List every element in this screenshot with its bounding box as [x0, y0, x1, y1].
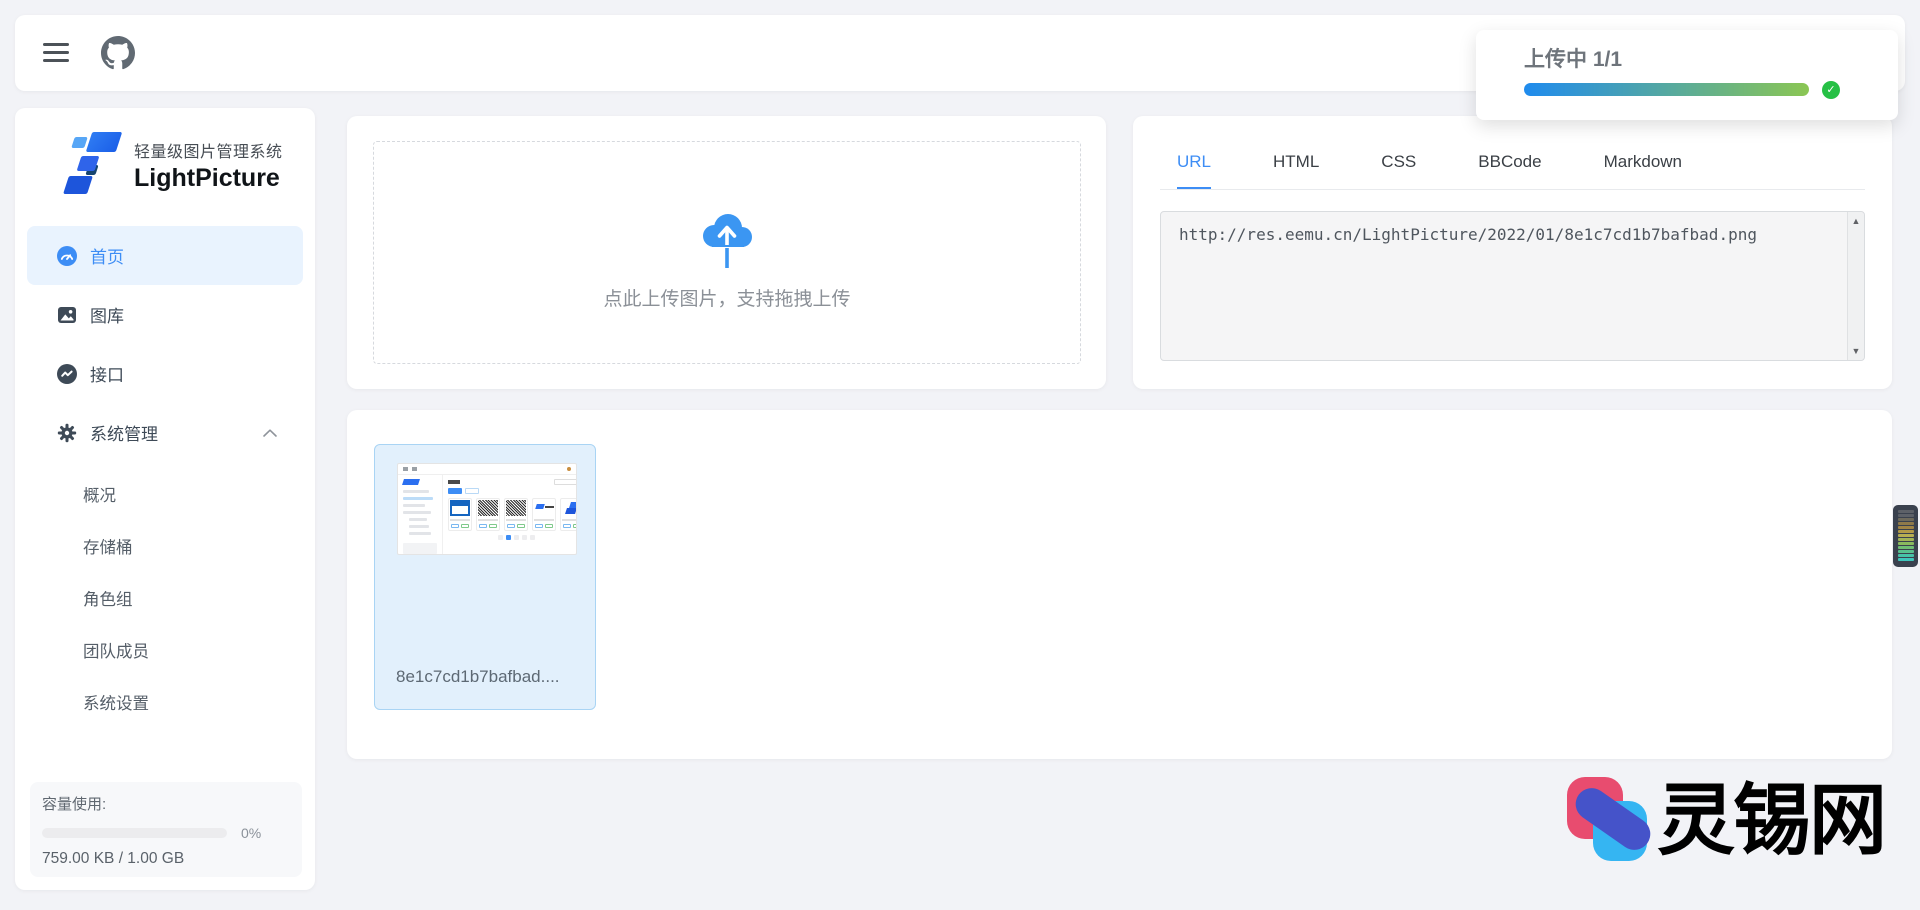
app-logo[interactable]: 轻量级图片管理系统 LightPicture: [65, 132, 283, 198]
sidebar: 轻量级图片管理系统 LightPicture 首页 图库 接口: [15, 108, 315, 890]
upload-dropzone[interactable]: 点此上传图片，支持拖拽上传: [373, 141, 1081, 364]
watermark-text: 灵锡网: [1657, 781, 1885, 859]
scroll-up-arrow-icon[interactable]: ▲: [1848, 216, 1864, 226]
image-filename: 8e1c7cd1b7bafbad....: [396, 667, 560, 687]
check-circle-icon: ✓: [1822, 81, 1840, 99]
dashboard-icon: [57, 246, 77, 266]
tab-css[interactable]: CSS: [1381, 152, 1416, 189]
github-icon[interactable]: [101, 36, 135, 70]
lightpicture-logo-icon: [65, 132, 123, 198]
sidebar-item-label: 首页: [90, 243, 124, 268]
sidebar-item-gallery[interactable]: 图库: [27, 285, 303, 344]
sidebar-item-label: 系统管理: [90, 420, 158, 445]
sidebar-item-label: 图库: [90, 302, 124, 327]
upload-hint-text: 点此上传图片，支持拖拽上传: [603, 284, 850, 311]
tab-url[interactable]: URL: [1177, 152, 1211, 189]
sidebar-subitem-buckets[interactable]: 存储桶: [15, 522, 315, 574]
sidebar-item-api[interactable]: 接口: [27, 344, 303, 403]
watermark-logo-icon: [1565, 773, 1657, 867]
sidebar-item-system[interactable]: 系统管理: [27, 403, 303, 462]
capacity-percent: 0%: [241, 825, 261, 841]
upload-toast: 上传中 1/1 ✓: [1476, 30, 1898, 120]
upload-card: 点此上传图片，支持拖拽上传: [347, 116, 1106, 389]
chevron-up-icon: [263, 429, 277, 437]
capacity-progress-bar: [42, 828, 227, 838]
sidebar-subitem-overview[interactable]: 概况: [15, 470, 315, 522]
gear-icon: [57, 423, 77, 443]
link-output-textarea[interactable]: http://res.eemu.cn/LightPicture/2022/01/…: [1161, 212, 1848, 360]
site-watermark: 灵锡网: [1565, 750, 1900, 890]
upload-toast-title: 上传中 1/1: [1524, 43, 1622, 73]
sidebar-subitem-team[interactable]: 团队成员: [15, 626, 315, 678]
gallery-icon: [57, 305, 77, 325]
capacity-label: 容量使用:: [42, 793, 290, 814]
menu-toggle-button[interactable]: [43, 43, 69, 63]
textarea-scrollbar[interactable]: ▲ ▼: [1847, 212, 1864, 360]
brand-title: LightPicture: [134, 164, 283, 193]
tab-markdown[interactable]: Markdown: [1604, 152, 1682, 189]
link-format-tabs: URL HTML CSS BBCode Markdown: [1160, 152, 1865, 190]
uploaded-images-card: 8e1c7cd1b7bafbad....: [347, 410, 1892, 759]
sidebar-subitem-roles[interactable]: 角色组: [15, 574, 315, 626]
api-icon: [57, 364, 77, 384]
sidebar-subitem-settings[interactable]: 系统设置: [15, 678, 315, 730]
tab-bbcode[interactable]: BBCode: [1478, 152, 1541, 189]
upload-progress-bar: [1524, 83, 1809, 96]
share-link-panel: URL HTML CSS BBCode Markdown http://res.…: [1133, 116, 1892, 389]
capacity-usage-text: 759.00 KB / 1.00 GB: [42, 850, 290, 868]
sidebar-item-home[interactable]: 首页: [27, 226, 303, 285]
capacity-usage-panel: 容量使用: 0% 759.00 KB / 1.00 GB: [30, 782, 302, 877]
uploaded-image-tile[interactable]: 8e1c7cd1b7bafbad....: [374, 444, 596, 710]
link-output-box: http://res.eemu.cn/LightPicture/2022/01/…: [1160, 211, 1865, 361]
brand-subtitle: 轻量级图片管理系统: [134, 138, 283, 162]
cloud-upload-icon: [699, 208, 755, 272]
tab-html[interactable]: HTML: [1273, 152, 1319, 189]
scroll-down-arrow-icon[interactable]: ▼: [1848, 346, 1864, 356]
scroll-minimap-widget[interactable]: [1893, 505, 1918, 567]
thumbnail-preview: [397, 463, 577, 555]
sidebar-item-label: 接口: [90, 361, 124, 386]
